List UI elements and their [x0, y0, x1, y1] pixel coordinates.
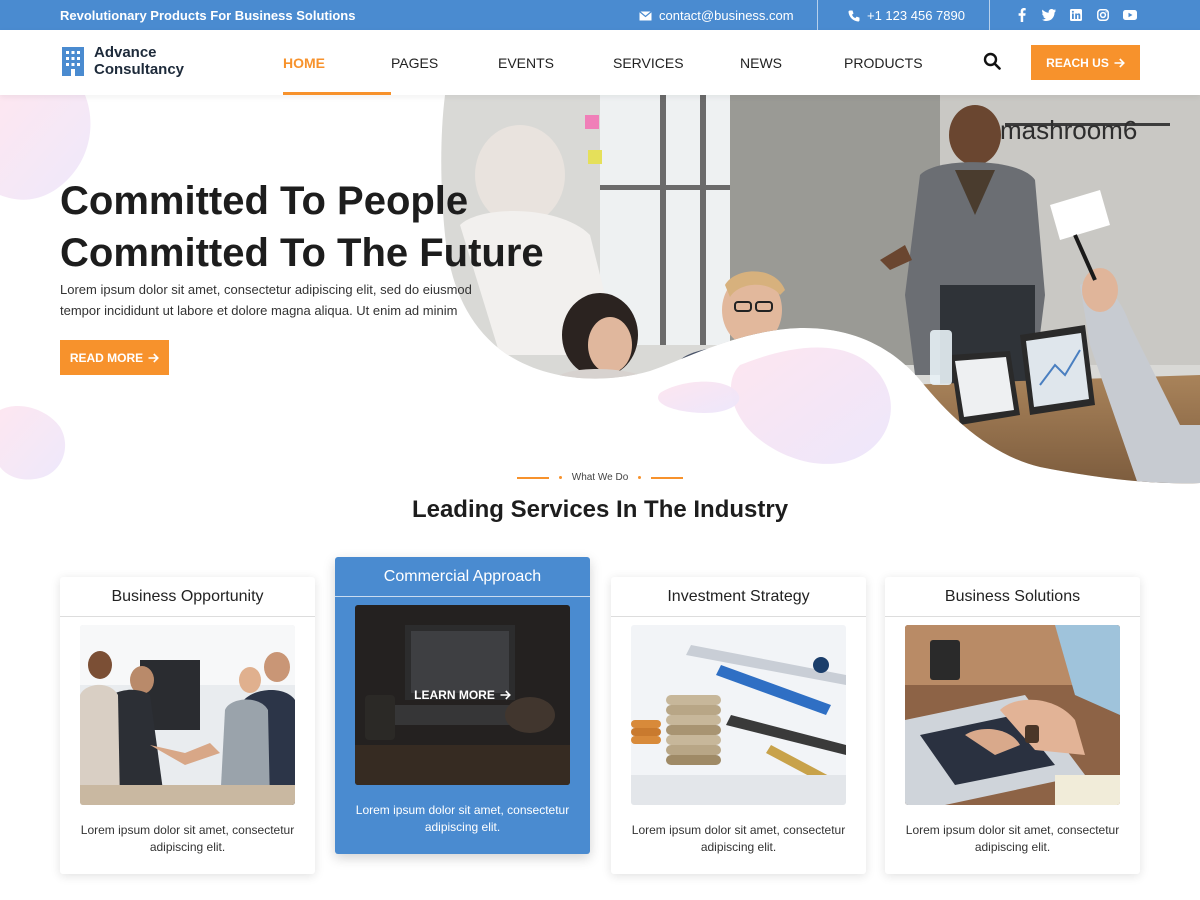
wall-sign: mashroom6 [1000, 115, 1137, 145]
reach-us-label: REACH US [1046, 55, 1109, 70]
youtube-icon[interactable] [1122, 7, 1138, 23]
nav-services[interactable]: SERVICES [613, 30, 740, 95]
search-button[interactable] [983, 52, 1003, 72]
service-card-commercial-approach[interactable]: Commercial Approach LEARN MORE Lorem ips… [335, 557, 590, 854]
search-icon [983, 52, 1001, 70]
hero-title-line-1: Committed To People [60, 179, 469, 223]
main-nav: HOME PAGES EVENTS SERVICES NEWS PRODUCTS [283, 30, 944, 95]
eyebrow-dot [638, 476, 642, 479]
learn-more-label: LEARN MORE [414, 688, 495, 702]
read-more-label: READ MORE [69, 350, 144, 365]
hero-section: Committed To People Committed To The Fut… [0, 95, 1200, 490]
card-description: Lorem ipsum dolor sit amet, consectetur … [631, 823, 846, 854]
decorative-blob [0, 406, 66, 480]
hero-title: Committed To People Committed To The Fut… [60, 175, 580, 279]
card-image-handshake [80, 625, 295, 805]
social-links [1014, 7, 1138, 23]
reach-us-button[interactable]: REACH US [1031, 45, 1140, 80]
card-title: Business Solutions [885, 577, 1140, 617]
card-description: Lorem ipsum dolor sit amet, consectetur … [80, 823, 295, 854]
decorative-blob [658, 381, 740, 413]
main-header: Advance Consultancy HOME PAGES EVENTS SE… [0, 30, 1200, 95]
card-image-typing [905, 625, 1120, 805]
card-description: Lorem ipsum dolor sit amet, consectetur … [905, 823, 1120, 854]
nav-products[interactable]: PRODUCTS [844, 30, 944, 95]
eyebrow-line [516, 476, 549, 479]
top-bar: Revolutionary Products For Business Solu… [0, 0, 1200, 30]
building-icon [62, 47, 84, 76]
arrow-right-icon [148, 352, 160, 363]
card-image-laptop: LEARN MORE [355, 605, 570, 785]
top-bar-divider [817, 0, 818, 30]
service-card-business-opportunity[interactable]: Business Opportunity Lorem ipsum dolor s… [60, 577, 315, 874]
card-image-coins [631, 625, 846, 805]
top-bar-tagline: Revolutionary Products For Business Solu… [60, 8, 356, 23]
twitter-icon[interactable] [1041, 7, 1057, 23]
wall-sign-text: mashroom6 [1000, 115, 1137, 145]
facebook-icon[interactable] [1014, 7, 1030, 23]
services-title: Leading Services In The Industry [411, 496, 789, 523]
logo-line-2: Consultancy [94, 61, 185, 78]
decorative-blob [730, 347, 891, 464]
site-logo[interactable]: Advance Consultancy [60, 44, 184, 78]
email-text[interactable]: contact@business.com [659, 8, 794, 23]
section-eyebrow: What We Do [0, 472, 1200, 483]
phone-contact[interactable]: +1 123 456 7890 [848, 8, 965, 23]
mail-icon [639, 10, 652, 20]
eyebrow-line [651, 476, 684, 479]
card-description: Lorem ipsum dolor sit amet, consectetur … [355, 803, 570, 834]
linkedin-icon[interactable] [1068, 7, 1084, 23]
service-card-business-solutions[interactable]: Business Solutions Lorem ipsum dolor sit… [885, 577, 1140, 874]
read-more-button[interactable]: READ MORE [60, 340, 169, 375]
instagram-icon[interactable] [1095, 7, 1111, 23]
nav-pages[interactable]: PAGES [391, 30, 498, 95]
eyebrow-dot [558, 476, 562, 479]
nav-news[interactable]: NEWS [740, 30, 844, 95]
nav-home[interactable]: HOME [283, 30, 391, 95]
card-title: Investment Strategy [611, 577, 866, 617]
nav-events[interactable]: EVENTS [498, 30, 613, 95]
arrow-right-icon [500, 690, 511, 700]
arrow-right-icon [1114, 57, 1125, 68]
service-card-investment-strategy[interactable]: Investment Strategy Lorem ipsum dolor si… [611, 577, 866, 874]
top-bar-divider [989, 0, 990, 30]
logo-text: Advance Consultancy [94, 44, 184, 78]
card-title: Business Opportunity [60, 577, 315, 617]
phone-icon [848, 10, 860, 22]
phone-text[interactable]: +1 123 456 7890 [867, 8, 965, 23]
email-contact[interactable]: contact@business.com [639, 8, 794, 23]
learn-more-button[interactable]: LEARN MORE [355, 605, 570, 785]
eyebrow-text: What We Do [571, 472, 629, 483]
card-title: Commercial Approach [335, 557, 590, 597]
logo-line-1: Advance [94, 44, 157, 61]
hero-title-line-2: Committed To The Future [60, 231, 544, 275]
hero-description: Lorem ipsum dolor sit amet, consectetur … [60, 282, 472, 318]
